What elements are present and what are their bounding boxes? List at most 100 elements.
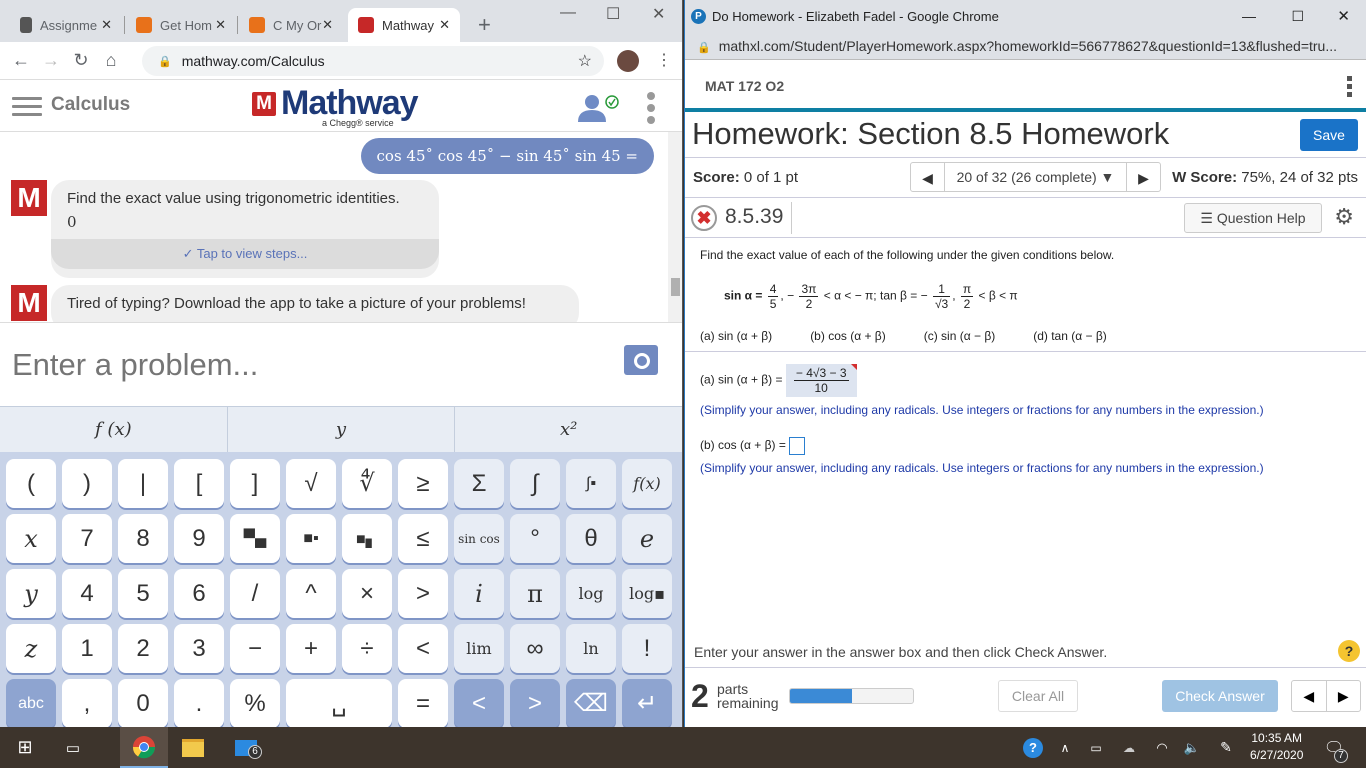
- show-hidden-icons[interactable]: ∧: [1056, 727, 1074, 768]
- tab-get-homework[interactable]: Get Hom ✕: [126, 8, 236, 42]
- close-window-button[interactable]: ✕: [652, 4, 665, 24]
- tab-assignment[interactable]: Assignme ✕: [10, 8, 122, 42]
- cursor-right-icon[interactable]: >: [510, 679, 560, 727]
- category-label[interactable]: Calculus: [51, 94, 130, 116]
- key-superscript[interactable]: ■▪: [286, 514, 336, 563]
- kb-tab-y[interactable]: y: [228, 407, 456, 452]
- key-decimal[interactable]: .: [174, 679, 224, 727]
- address-bar[interactable]: 🔒 mathxl.com/Student/PlayerHomework.aspx?…: [685, 32, 1366, 60]
- key-7[interactable]: 7: [62, 514, 112, 563]
- key-log-base[interactable]: log▪: [622, 569, 672, 618]
- mail-icon[interactable]: 6: [228, 727, 264, 768]
- key-abc[interactable]: abc: [6, 679, 56, 727]
- problem-input[interactable]: [12, 341, 572, 389]
- key-factorial[interactable]: !: [622, 624, 672, 673]
- key-caret[interactable]: ^: [286, 569, 336, 618]
- close-window-button[interactable]: ✕: [1337, 7, 1350, 25]
- minimize-button[interactable]: —: [560, 4, 576, 22]
- help-icon[interactable]: ?: [1338, 640, 1360, 662]
- key-0[interactable]: 0: [118, 679, 168, 727]
- action-center-icon[interactable]: 🗨 7: [1322, 727, 1348, 768]
- system-clock[interactable]: 10:35 AM 6/27/2020: [1250, 730, 1303, 764]
- key-9[interactable]: 9: [174, 514, 224, 563]
- home-icon[interactable]: ⌂: [96, 50, 126, 71]
- key-leq[interactable]: ≤: [398, 514, 448, 563]
- key-equals[interactable]: =: [398, 679, 448, 727]
- key-divide-slash[interactable]: /: [230, 569, 280, 618]
- key-limit[interactable]: lim: [454, 624, 504, 673]
- key-close-bracket[interactable]: ]: [230, 459, 280, 508]
- more-options-icon[interactable]: [647, 92, 655, 128]
- key-y[interactable]: y: [6, 569, 56, 618]
- key-subscript[interactable]: ■▖: [342, 514, 392, 563]
- key-5[interactable]: 5: [118, 569, 168, 618]
- kb-tab-function[interactable]: f (x): [0, 407, 228, 452]
- reload-icon[interactable]: ↻: [66, 50, 96, 71]
- tab-mathway[interactable]: Mathway ✕: [348, 8, 460, 42]
- close-tab-icon[interactable]: ✕: [439, 17, 460, 33]
- key-open-bracket[interactable]: [: [174, 459, 224, 508]
- key-x[interactable]: x: [6, 514, 56, 563]
- course-menu-icon[interactable]: [1347, 76, 1352, 100]
- close-tab-icon[interactable]: ✕: [322, 17, 343, 33]
- clear-all-button[interactable]: Clear All: [998, 680, 1078, 712]
- key-2[interactable]: 2: [118, 624, 168, 673]
- camera-icon[interactable]: [624, 345, 658, 375]
- maximize-button[interactable]: ☐: [606, 4, 620, 24]
- address-bar[interactable]: 🔒 mathway.com/Calculus ☆: [142, 46, 604, 76]
- volume-icon[interactable]: 🔈: [1182, 727, 1202, 768]
- windows-start-icon[interactable]: ⊞: [10, 727, 40, 768]
- key-geq[interactable]: ≥: [398, 459, 448, 508]
- key-ln[interactable]: ln: [566, 624, 616, 673]
- key-comma[interactable]: ,: [62, 679, 112, 727]
- enter-icon[interactable]: ↵: [622, 679, 672, 727]
- key-pi[interactable]: π: [510, 569, 560, 618]
- forward-icon[interactable]: →: [36, 50, 66, 71]
- key-plus[interactable]: +: [286, 624, 336, 673]
- key-function[interactable]: f(x): [622, 459, 672, 508]
- bookmark-star-icon[interactable]: ☆: [578, 51, 592, 71]
- key-8[interactable]: 8: [118, 514, 168, 563]
- next-question-icon[interactable]: ▶: [1327, 681, 1361, 711]
- question-selector[interactable]: 20 of 32 (26 complete) ▼: [945, 169, 1126, 185]
- battery-icon[interactable]: ▭: [1086, 727, 1106, 768]
- help-tray-icon[interactable]: ?: [1020, 727, 1046, 768]
- minimize-button[interactable]: —: [1242, 8, 1256, 24]
- chrome-taskbar-icon[interactable]: [120, 727, 168, 768]
- cursor-left-icon[interactable]: <: [454, 679, 504, 727]
- key-divide[interactable]: ÷: [342, 624, 392, 673]
- onedrive-error-icon[interactable]: ☁: [1118, 727, 1140, 768]
- user-account-icon[interactable]: [576, 94, 620, 127]
- gear-icon[interactable]: ⚙: [1334, 204, 1354, 230]
- key-close-paren[interactable]: ): [62, 459, 112, 508]
- key-multiply[interactable]: ×: [342, 569, 392, 618]
- key-z[interactable]: z: [6, 624, 56, 673]
- file-explorer-icon[interactable]: [178, 727, 208, 768]
- key-greater[interactable]: >: [398, 569, 448, 618]
- key-3[interactable]: 3: [174, 624, 224, 673]
- key-6[interactable]: 6: [174, 569, 224, 618]
- close-tab-icon[interactable]: ✕: [101, 17, 122, 33]
- tab-my-orders[interactable]: C My Or ✕: [239, 8, 343, 42]
- key-degree[interactable]: °: [510, 514, 560, 563]
- maximize-button[interactable]: ☐: [1291, 8, 1304, 25]
- profile-avatar[interactable]: [617, 50, 639, 72]
- answer-a-box[interactable]: − 4√3 − 3 10: [785, 364, 857, 397]
- key-less[interactable]: <: [398, 624, 448, 673]
- pen-icon[interactable]: ✎: [1216, 727, 1236, 768]
- key-abs[interactable]: |: [118, 459, 168, 508]
- task-view-icon[interactable]: ▭: [58, 727, 88, 768]
- wifi-icon[interactable]: ◠: [1152, 727, 1172, 768]
- answer-b-input[interactable]: [789, 437, 806, 455]
- hamburger-menu-icon[interactable]: [12, 97, 42, 121]
- save-button[interactable]: Save: [1300, 119, 1358, 151]
- key-open-paren[interactable]: (: [6, 459, 56, 508]
- question-help-button[interactable]: ☰ Question Help: [1184, 203, 1322, 233]
- close-tab-icon[interactable]: ✕: [215, 17, 236, 33]
- key-i[interactable]: i: [454, 569, 504, 618]
- key-trig[interactable]: sin cos: [454, 514, 504, 563]
- view-steps-link[interactable]: ✓ Tap to view steps...: [51, 239, 439, 269]
- key-infinity[interactable]: ∞: [510, 624, 560, 673]
- backspace-icon[interactable]: ⌫: [566, 679, 616, 727]
- prev-question-icon[interactable]: ◀: [1292, 681, 1327, 711]
